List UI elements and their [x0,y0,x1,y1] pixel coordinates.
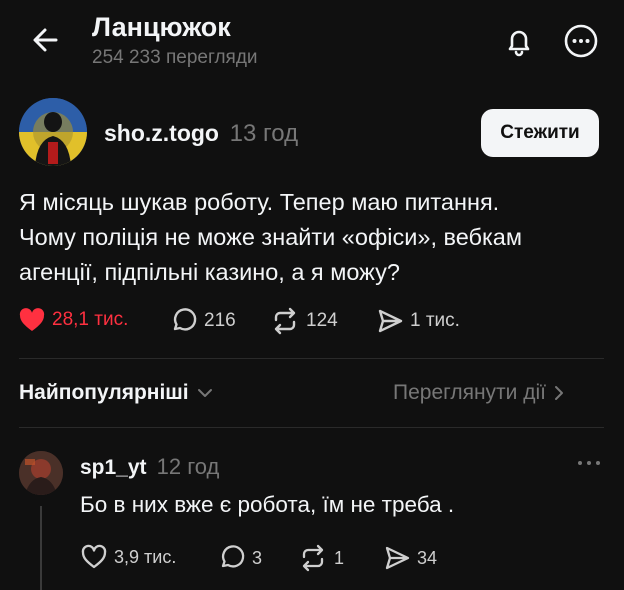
sort-label: Найпопулярніші [19,381,189,404]
like-count: 28,1 тис. [52,309,129,330]
post-text-line: агенції, підпільні казино, а я можу? [19,259,400,285]
post-author-avatar[interactable] [19,98,87,166]
follow-button[interactable]: Стежити [481,109,599,157]
divider [19,427,604,428]
send-icon [378,309,403,333]
page-title: Ланцюжок [92,12,231,42]
send-icon [385,546,410,570]
comment-icon [221,545,245,568]
reply-author-avatar[interactable] [19,451,63,495]
chevron-down-icon [197,389,212,397]
post-text: Я місяць шукав роботу. Тепер маю питання… [19,185,604,290]
repost-button[interactable]: 124 [270,307,338,335]
post-header: sho.z.togo 13 год [104,120,298,148]
notifications-button[interactable] [500,22,538,60]
more-options-button[interactable] [562,22,600,60]
reply-more-button[interactable] [574,453,604,473]
post-text-line: Я місяць шукав роботу. Тепер маю питання… [19,189,500,215]
reply-username[interactable]: sp1_yt [80,456,147,479]
back-arrow-icon [33,28,58,52]
reply-share-count: 34 [417,547,438,568]
repost-count: 124 [306,310,338,331]
reply-text: Бо в них вже є робота, їм не треба . [80,492,455,517]
view-activity-link[interactable]: Переглянути дії [393,381,564,405]
view-activity-label: Переглянути дії [393,381,546,404]
reply-reply-count: 3 [252,547,263,568]
heart-filled-icon [19,308,45,331]
reply-repost-count: 1 [334,547,345,568]
reply-reply-button[interactable]: 3 [218,544,262,572]
repost-icon [274,307,296,335]
sort-dropdown[interactable]: Найпопулярніші [19,381,213,405]
comment-icon [173,308,197,331]
reply-timestamp: 12 год [156,454,220,479]
reply-count: 216 [204,310,236,331]
more-horizontal-icon [578,461,600,465]
reply-repost-button[interactable]: 1 [298,544,344,572]
post-text-line: Чому поліція не може знайти «офіси», веб… [19,224,523,250]
post-timestamp: 13 год [229,120,299,147]
heart-icon [81,544,107,569]
like-button[interactable]: 28,1 тис. [18,307,128,333]
share-button[interactable]: 1 тис. [376,307,460,335]
reply-share-button[interactable]: 34 [383,544,437,572]
reply-like-count: 3,9 тис. [114,546,177,567]
reply-like-button[interactable]: 3,9 тис. [80,544,176,570]
thread-line [40,506,42,590]
more-icon [564,24,598,58]
view-count: 254 233 перегляди [92,47,258,68]
repost-icon [302,544,324,572]
back-button[interactable] [28,22,64,58]
bell-icon [508,30,530,57]
post-username[interactable]: sho.z.togo [104,120,219,146]
divider [19,358,604,359]
chevron-right-icon [555,386,563,400]
reply-header: sp1_yt 12 год [80,454,219,480]
reply-button[interactable]: 216 [170,307,236,335]
share-count: 1 тис. [410,310,460,331]
